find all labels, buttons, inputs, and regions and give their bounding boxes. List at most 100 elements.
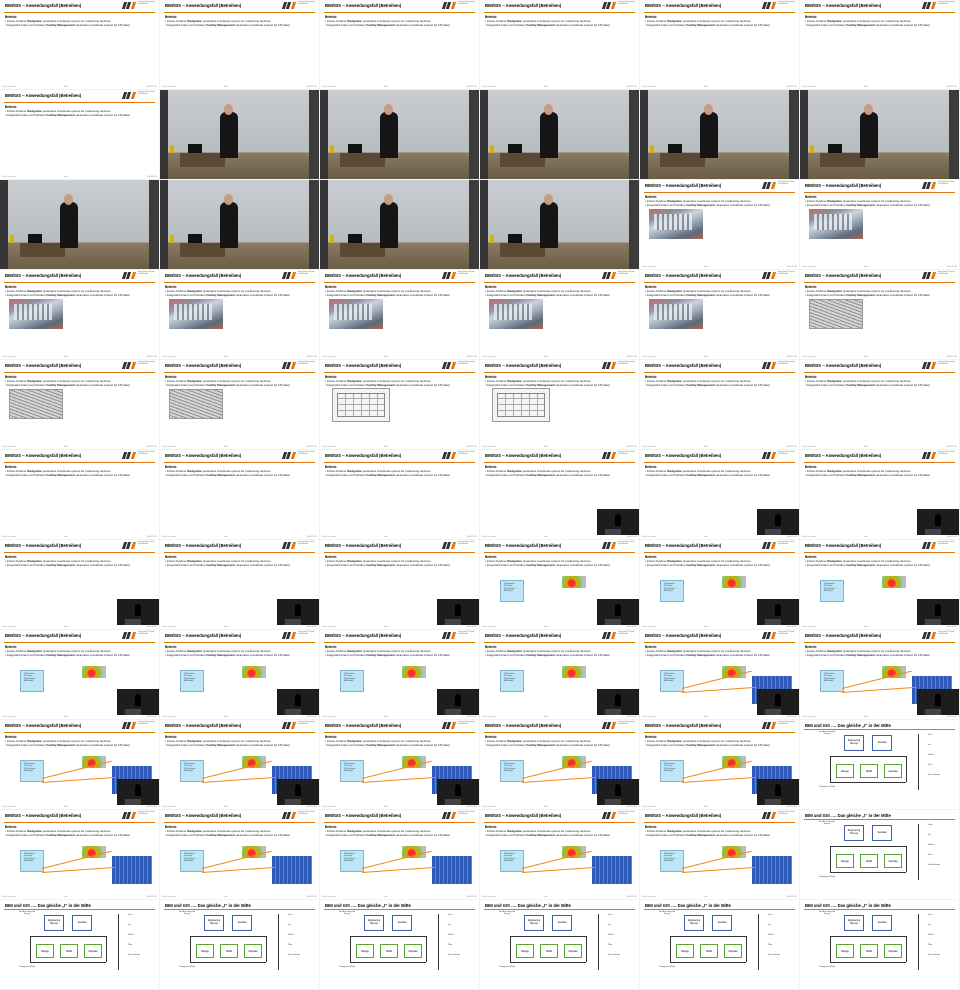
video-frame: BIM/GIS – Anwendungsfall (Betreiben) Hoc…	[0, 450, 160, 540]
slide-title: BIM/GIS – Anwendungsfall (Betreiben)	[645, 723, 722, 728]
laptop	[348, 144, 362, 153]
htw-logo-icon	[281, 722, 297, 729]
speaker-pip	[597, 779, 639, 805]
slide-title: BIM/GIS – Anwendungsfall (Betreiben)	[165, 363, 242, 368]
wall	[480, 180, 488, 269]
footer-mid: Seite	[384, 537, 388, 538]
floor-plan-image	[492, 388, 550, 422]
title-divider	[644, 462, 795, 463]
video-frame: BIM/GIS – Anwendungsfall (Betreiben) Hoc…	[480, 810, 640, 900]
slide-title: BIM/GIS – Anwendungsfall (Betreiben)	[165, 723, 242, 728]
bullet-facility: • Integrated Indoor and Outdoor Facility…	[645, 22, 770, 27]
footer-left: Prof. Dr.-Ing. Name	[162, 87, 176, 88]
footer-right: BIM GIS 2019	[626, 537, 637, 538]
slide-title: BIM/GIS – Anwendungsfall (Betreiben)	[5, 3, 82, 8]
htw-logo-icon	[921, 632, 937, 639]
footer-mid: Seite	[224, 627, 228, 628]
logo-text: Hochschule für Technik und Wirtschaft	[138, 542, 155, 545]
slide-footer: Prof. Dr.-Ing. Name Seite BIM GIS 2019	[162, 715, 317, 718]
slide-title: BIM/GIS – Anwendungsfall (Betreiben)	[485, 3, 562, 8]
diagram-line	[906, 846, 907, 872]
diagram-line	[906, 936, 907, 962]
title-divider	[164, 552, 315, 553]
footer-left: Prof. Dr.-Ing. Name	[2, 537, 16, 538]
htw-logo-icon	[601, 272, 617, 279]
title-divider	[4, 822, 155, 823]
diagram-line	[106, 936, 107, 962]
geodata-box: Geodata	[232, 915, 252, 931]
plan-sheets	[648, 388, 704, 424]
slide-footer: Prof. Dr.-Ing. Name Seite BIM GIS 2019	[162, 625, 317, 628]
footer-left: Prof. Dr.-Ing. Name	[482, 717, 496, 718]
diagram-line	[30, 936, 106, 937]
title-divider	[4, 102, 155, 103]
footer-right: BIM GIS 2019	[306, 357, 317, 358]
footer-right: BIM GIS 2019	[306, 717, 317, 718]
title-divider	[324, 642, 475, 643]
diagram-divider	[804, 819, 955, 820]
footer-right: BIM GIS 2019	[946, 627, 957, 628]
title-divider	[164, 732, 315, 733]
logo-text: Hochschule für Technik und Wirtschaft	[458, 272, 475, 275]
slide-title: BIM/GIS – Anwendungsfall (Betreiben)	[165, 453, 242, 458]
operate-box: Operate	[244, 944, 262, 958]
title-divider	[164, 642, 315, 643]
footer-right: BIM GIS 2019	[466, 447, 477, 448]
slide-footer: Prof. Dr.-Ing. Name Seite BIM GIS 2019	[322, 445, 477, 448]
logo-text: Hochschule für Technik und Wirtschaft	[458, 722, 475, 725]
logo-text: Hochschule für Technik und Wirtschaft	[938, 272, 955, 275]
footer-right: BIM GIS 2019	[786, 267, 797, 268]
footer-left: Prof. Dr.-Ing. Name	[2, 627, 16, 628]
logo-text: Hochschule für Technik und Wirtschaft	[138, 362, 155, 365]
top-label: Geo Accounting and Surveys	[338, 911, 356, 916]
slide-title: BIM/GIS – Anwendungsfall (Betreiben)	[5, 633, 82, 638]
htw-logo-icon	[121, 92, 137, 99]
footer-right: BIM GIS 2019	[466, 717, 477, 718]
title-divider	[644, 822, 795, 823]
bullet-facility: • Integrated Indoor and Outdoor Facility…	[805, 652, 930, 657]
footer-left: Prof. Dr.-Ing. Name	[482, 537, 496, 538]
video-frame	[160, 90, 320, 180]
htw-logo-icon	[921, 182, 937, 189]
building-photo	[752, 856, 792, 884]
htw-logo-icon	[601, 452, 617, 459]
model-3d-image	[9, 389, 63, 419]
wall	[480, 90, 488, 179]
slide-footer: Prof. Dr.-Ing. Name Seite BIM GIS 2019	[642, 895, 797, 898]
bullet-facility: • Integrated Indoor and Outdoor Facility…	[485, 832, 610, 837]
speaker-pip	[917, 599, 959, 625]
wall-right	[629, 90, 639, 179]
footer-right: BIM GIS 2019	[946, 357, 957, 358]
info-box-lines: 2D Grundriss 3D Trasse 2.5D Volumen BIM Mod…	[24, 673, 43, 683]
slide-footer: Prof. Dr.-Ing. Name Seite BIM GIS 2019	[2, 175, 157, 178]
slide-title: BIM/GIS – Anwendungsfall (Betreiben)	[805, 273, 882, 278]
logo-text: Hochschule für Technik und Wirtschaft	[938, 542, 955, 545]
video-frame: BIM/GIS – Anwendungsfall (Betreiben) Hoc…	[320, 630, 480, 720]
htw-logo-icon	[121, 452, 137, 459]
slide-footer: Prof. Dr.-Ing. Name Seite BIM GIS 2019	[642, 445, 797, 448]
footer-mid: Seite	[64, 627, 68, 628]
title-divider	[804, 552, 955, 553]
lectern	[340, 153, 385, 167]
htw-logo-icon	[281, 2, 297, 9]
bullet-facility: • Integrated Indoor and Outdoor Facility…	[325, 292, 450, 297]
diagram-line	[670, 936, 746, 937]
info-box-line: BIM Modell	[664, 860, 673, 863]
info-box-line: BIM Modell	[24, 680, 33, 683]
title-divider	[4, 552, 155, 553]
footer-mid: Seite	[704, 87, 708, 88]
video-frame: BIM und GIS …. Das gleiche „I“ in der Mi…	[480, 900, 640, 990]
footer-left: Prof. Dr.-Ing. Name	[802, 627, 816, 628]
video-frame: BIM/GIS – Anwendungsfall (Betreiben) Hoc…	[480, 720, 640, 810]
info-box: 2D Grundriss 3D Trasse 2.5D Volumen BIM Mod…	[500, 580, 524, 602]
geodata-box: Geodata	[872, 735, 892, 751]
footer-right: BIM GIS 2019	[786, 87, 797, 88]
speaker-pip	[437, 689, 479, 715]
footer-left: Prof. Dr.-Ing. Name	[162, 357, 176, 358]
diagram-axis	[918, 734, 919, 790]
speaker-pip	[117, 689, 159, 715]
right-label: Modelle	[928, 754, 934, 756]
htw-logo-icon	[601, 722, 617, 729]
footer-left: Prof. Dr.-Ing. Name	[802, 717, 816, 718]
right-label: Entscheidungen	[288, 954, 301, 956]
